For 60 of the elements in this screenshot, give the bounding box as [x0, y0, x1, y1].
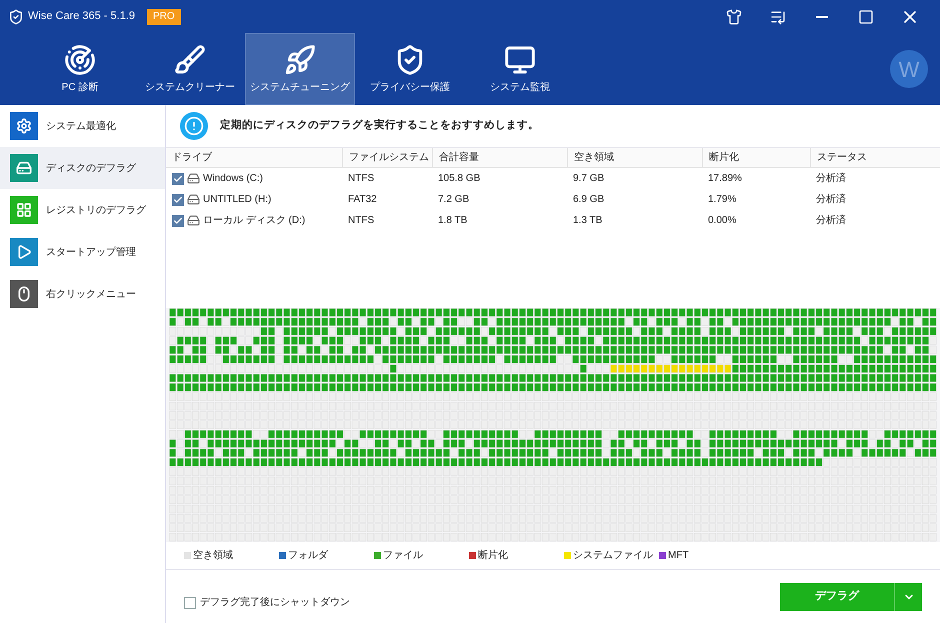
nav-tab[interactable]: システムクリーナー [135, 33, 245, 105]
table-cell-text: 分析済 [815, 192, 847, 207]
legend-label: MFT [668, 549, 689, 563]
sidebar-item[interactable]: スタートアップ管理 [0, 231, 165, 273]
column-header: 空き領域 [567, 148, 702, 167]
sidebar-item[interactable]: 右クリックメニュー [0, 273, 165, 315]
shutdown-checkbox[interactable] [184, 596, 196, 608]
row-checkbox[interactable] [172, 172, 184, 184]
table-cell-text: Windows (C:) [203, 172, 264, 186]
table-cell-text: 17.89% [707, 172, 743, 186]
sidebar-item[interactable]: システム最適化 [0, 105, 165, 147]
drive-icon [187, 172, 200, 185]
shirt-icon [726, 8, 742, 24]
table-cell-text: 分析済 [815, 214, 847, 228]
menu-icon [770, 8, 786, 24]
row-checkbox[interactable] [172, 214, 184, 226]
drive-icon [187, 193, 200, 206]
legend-label: フォルダ [288, 549, 328, 563]
nav-tab[interactable]: システム監視 [465, 33, 575, 105]
rocket-icon [284, 44, 316, 76]
drive-icon [187, 214, 200, 227]
table-cell-text: 1.79% [707, 193, 738, 207]
column-header: ファイルシステム [342, 148, 432, 167]
radar-icon [64, 44, 96, 76]
sidebar-item[interactable]: レジストリのデフラグ [0, 189, 165, 231]
legend-label: システムファイル [573, 549, 653, 563]
nav-tab[interactable]: システムチューニング [245, 33, 355, 105]
legend-label: 断片化 [478, 548, 508, 563]
minimize-icon [816, 16, 828, 18]
legend-label: 空き領域 [193, 548, 233, 563]
notice-text: 定期的にディスクのデフラグを実行することをおすすめします。 [220, 118, 539, 134]
table-cell-text: 1.3 TB [572, 214, 604, 228]
table-cell-text: 0.00% [707, 214, 738, 228]
table-cell-text: 9.7 GB [572, 172, 606, 186]
column-header: 合計容量 [432, 148, 567, 167]
table-cell-text: NTFS [347, 172, 376, 186]
info-icon [180, 112, 208, 140]
sidebar-item[interactable]: ディスクのデフラグ [0, 147, 165, 189]
table-cell-text: NTFS [347, 214, 376, 228]
table-cell-text: 1.8 TB [437, 214, 468, 228]
legend-label: ファイル [383, 549, 423, 563]
nav-tab[interactable]: プライバシー保護 [355, 33, 465, 105]
column-header: ドライブ [171, 150, 213, 165]
table-cell-text: 6.9 GB [572, 193, 606, 207]
row-checkbox[interactable] [172, 194, 184, 206]
nav-tab[interactable]: PC 診断 [25, 33, 135, 105]
table-cell-text: ローカル ディスク (D:) [203, 214, 306, 228]
table-cell-text: 7.2 GB [437, 193, 470, 207]
table-cell-text: FAT32 [347, 193, 378, 207]
maximize-icon [858, 8, 874, 24]
table-cell-text: 分析済 [815, 172, 847, 186]
shutdown-label: デフラグ完了後にシャットダウン [200, 596, 350, 610]
monitor-icon [504, 44, 536, 76]
app-logo-icon [8, 8, 24, 24]
table-cell-text: UNTITLED (H:) [203, 193, 272, 207]
column-header: ステータス [810, 148, 940, 167]
window-title: Wise Care 365 - 5.1.9 [28, 9, 135, 24]
column-header: 断片化 [702, 148, 810, 167]
pro-badge: PRO [147, 8, 181, 24]
table-cell-text: 105.8 GB [437, 172, 482, 186]
